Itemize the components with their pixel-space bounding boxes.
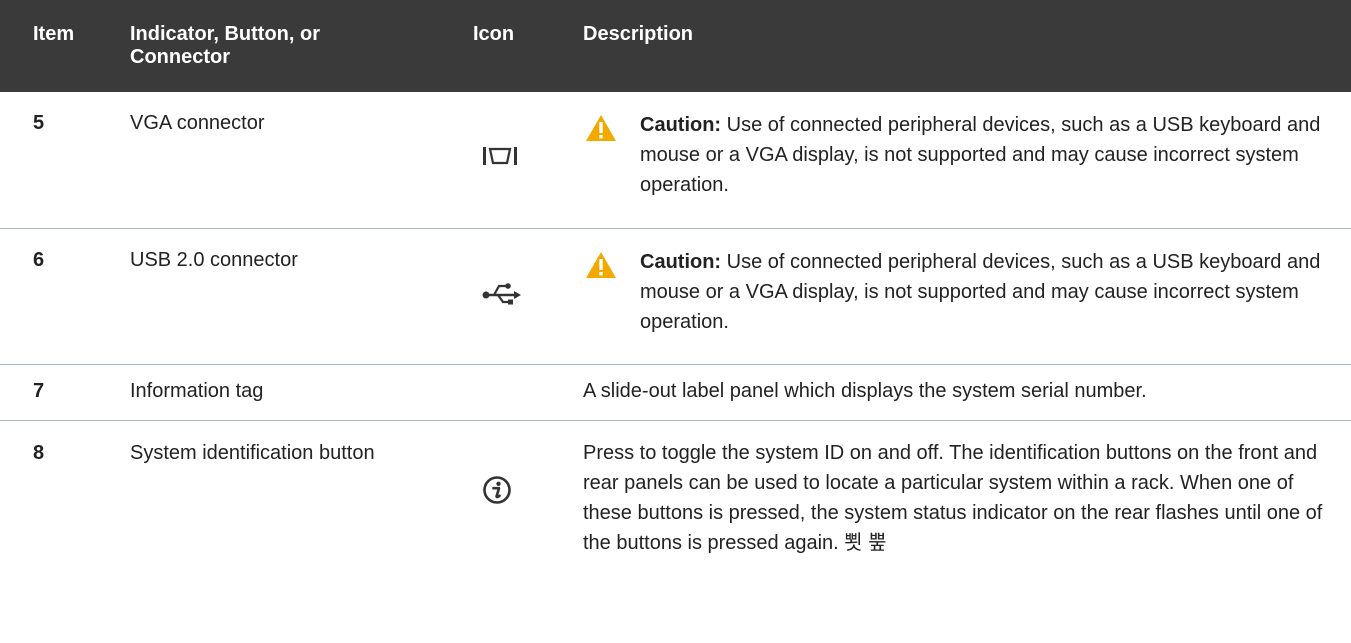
caution-label: Caution: bbox=[640, 114, 722, 136]
table-row: 5 VGA connector Caution: Use of connecte… bbox=[0, 92, 1351, 229]
warning-icon bbox=[585, 251, 617, 288]
warning-icon bbox=[585, 114, 617, 151]
item-description: Press to toggle the system ID on and off… bbox=[583, 442, 1323, 554]
item-name: Information tag bbox=[130, 380, 264, 402]
item-number: 8 bbox=[33, 442, 45, 464]
info-icon bbox=[482, 475, 512, 514]
table-row: 8 System identification button Press to … bbox=[0, 421, 1351, 641]
vga-connector-icon bbox=[482, 144, 518, 177]
item-number: 5 bbox=[33, 112, 45, 134]
header-icon: Icon bbox=[473, 23, 515, 45]
usb-icon bbox=[482, 279, 522, 316]
item-description: Caution: Use of connected peripheral dev… bbox=[640, 247, 1325, 337]
item-number: 6 bbox=[33, 249, 45, 271]
table-header: Item Indicator, Button, or Connector Ico… bbox=[0, 0, 1351, 92]
header-indicator: Indicator, Button, or Connector bbox=[130, 23, 320, 68]
table-row: 7 Information tag A slide-out label pane… bbox=[0, 365, 1351, 421]
header-description: Description bbox=[583, 23, 694, 45]
item-description: Caution: Use of connected peripheral dev… bbox=[640, 110, 1325, 200]
caution-text: Use of connected peripheral devices, suc… bbox=[640, 114, 1321, 196]
item-name: VGA connector bbox=[130, 112, 265, 134]
item-number: 7 bbox=[33, 380, 45, 402]
specs-table: Item Indicator, Button, or Connector Ico… bbox=[0, 0, 1351, 641]
item-name: USB 2.0 connector bbox=[130, 249, 298, 271]
item-description: A slide-out label panel which displays t… bbox=[583, 380, 1147, 402]
caution-text: Use of connected peripheral devices, suc… bbox=[640, 251, 1321, 333]
caution-label: Caution: bbox=[640, 251, 722, 273]
table-row: 6 USB 2.0 connector Caution: Use of conn… bbox=[0, 229, 1351, 365]
item-name: System identification button bbox=[130, 442, 375, 464]
header-item: Item bbox=[33, 23, 75, 45]
